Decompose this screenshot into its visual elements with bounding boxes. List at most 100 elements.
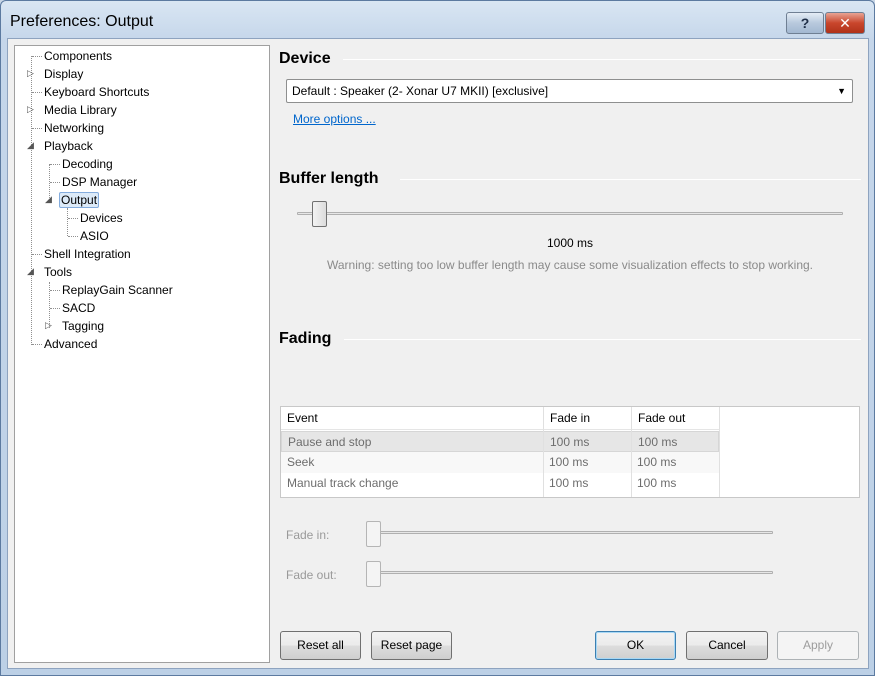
cell-event: Seek — [287, 455, 315, 469]
table-row[interactable]: Manual track change 100 ms 100 ms — [281, 473, 719, 494]
tree-item-keyboard-shortcuts[interactable]: Keyboard Shortcuts — [42, 83, 151, 101]
tree-line — [68, 218, 78, 219]
cell-fade-in: 100 ms — [550, 435, 590, 449]
preferences-window: Preferences: Output ? ✕ ▷ ▷ ◢ ◢ ◢ ▷ Comp… — [0, 0, 875, 676]
tree-line — [32, 254, 42, 255]
tree-item-decoding[interactable]: Decoding — [60, 155, 115, 173]
ok-button[interactable]: OK — [595, 631, 676, 660]
tree-item-label: Devices — [80, 211, 123, 225]
apply-button[interactable]: Apply — [777, 631, 859, 660]
tree-line — [67, 208, 68, 236]
tree-line — [50, 308, 60, 309]
section-divider — [400, 179, 861, 180]
tree-item-dsp-manager[interactable]: DSP Manager — [60, 173, 139, 191]
tree-item-label: Media Library — [44, 103, 117, 117]
column-separator — [543, 430, 544, 497]
cell-event: Manual track change — [287, 476, 399, 490]
tree-item-label: Components — [44, 49, 113, 63]
tree-item-label: Display — [44, 67, 84, 81]
table-row[interactable]: Pause and stop 100 ms 100 ms — [281, 431, 719, 452]
buffer-slider-thumb[interactable] — [312, 201, 327, 227]
cell-fade-out: 100 ms — [638, 435, 678, 449]
tree-item-output[interactable]: Output — [59, 191, 100, 209]
tree-item-display[interactable]: Display — [42, 65, 85, 83]
cell-event: Pause and stop — [288, 435, 372, 449]
tree-item-label: Shell Integration — [44, 247, 131, 261]
tree-item-components[interactable]: Components — [42, 47, 114, 65]
section-divider — [343, 59, 861, 60]
tree-item-asio[interactable]: ASIO — [78, 227, 111, 245]
tree-item-label: Decoding — [62, 157, 113, 171]
column-separator — [719, 430, 720, 497]
tree-line — [31, 56, 32, 345]
tree-item-label: ASIO — [80, 229, 109, 243]
tree-line — [50, 182, 60, 183]
device-select[interactable]: Default : Speaker (2- Xonar U7 MKII) [ex… — [286, 79, 853, 103]
tree-item-label: SACD — [62, 301, 96, 315]
buffer-value: 1000 ms — [546, 236, 594, 250]
fade-in-label: Fade in: — [286, 528, 330, 542]
tree-line — [50, 290, 60, 291]
fading-table[interactable]: Event Fade in Fade out Pause and stop 10… — [280, 406, 860, 498]
fade-in-slider-track[interactable] — [373, 531, 773, 534]
expand-expanded-icon[interactable]: ◢ — [27, 140, 34, 151]
tree-line — [32, 344, 42, 345]
cancel-button[interactable]: Cancel — [686, 631, 768, 660]
expand-expanded-icon[interactable]: ◢ — [27, 266, 34, 277]
tree-line — [32, 56, 42, 57]
tree-item-label: Tools — [44, 265, 73, 279]
cell-fade-out: 100 ms — [637, 476, 677, 490]
buffer-length-heading: Buffer length — [279, 170, 379, 187]
tree-line — [32, 92, 42, 93]
expand-collapsed-icon[interactable]: ▷ — [45, 320, 52, 331]
buffer-slider-track[interactable] — [297, 212, 843, 215]
fading-heading: Fading — [279, 330, 332, 347]
tree-item-label: DSP Manager — [62, 175, 138, 189]
dialog-client: ▷ ▷ ◢ ◢ ◢ ▷ Components Display Keyboard … — [7, 38, 869, 669]
tree-item-advanced[interactable]: Advanced — [42, 335, 99, 353]
help-button[interactable]: ? — [786, 12, 824, 34]
device-select-value: Default : Speaker (2- Xonar U7 MKII) [ex… — [292, 84, 549, 98]
tree-item-label: ReplayGain Scanner — [62, 283, 173, 297]
reset-all-button[interactable]: Reset all — [280, 631, 361, 660]
tree-item-label: Playback — [44, 139, 93, 153]
tree-item-label: Networking — [44, 121, 105, 135]
column-header-fade-out[interactable]: Fade out — [632, 407, 720, 430]
expand-collapsed-icon[interactable]: ▷ — [27, 104, 34, 115]
buffer-warning: Warning: setting too low buffer length m… — [326, 258, 814, 272]
column-separator — [631, 430, 632, 497]
expand-collapsed-icon[interactable]: ▷ — [27, 68, 34, 79]
cell-fade-out: 100 ms — [637, 455, 677, 469]
tree-item-playback[interactable]: Playback — [42, 137, 95, 155]
tree-line — [68, 236, 78, 237]
fade-out-label: Fade out: — [286, 568, 337, 582]
tree-line — [50, 164, 60, 165]
preferences-tree[interactable]: ▷ ▷ ◢ ◢ ◢ ▷ Components Display Keyboard … — [14, 45, 270, 663]
tree-item-media-library[interactable]: Media Library — [42, 101, 119, 119]
cell-fade-in: 100 ms — [549, 476, 589, 490]
column-header-event[interactable]: Event — [281, 407, 544, 430]
fade-out-slider-track[interactable] — [373, 571, 773, 574]
tree-line — [32, 128, 42, 129]
tree-item-label: Output — [59, 192, 100, 208]
reset-page-button[interactable]: Reset page — [371, 631, 452, 660]
fade-out-slider-thumb[interactable] — [366, 561, 381, 587]
tree-item-devices[interactable]: Devices — [78, 209, 125, 227]
fade-in-slider-thumb[interactable] — [366, 521, 381, 547]
tree-item-replaygain-scanner[interactable]: ReplayGain Scanner — [60, 281, 175, 299]
tree-item-tools[interactable]: Tools — [42, 263, 74, 281]
tree-item-tagging[interactable]: Tagging — [60, 317, 106, 335]
device-heading: Device — [279, 50, 331, 67]
window-title: Preferences: Output — [10, 13, 154, 30]
chevron-down-icon: ▼ — [837, 86, 846, 96]
section-divider — [344, 339, 861, 340]
cell-fade-in: 100 ms — [549, 455, 589, 469]
more-options-link[interactable]: More options ... — [293, 112, 376, 126]
column-header-fade-in[interactable]: Fade in — [544, 407, 632, 430]
expand-expanded-icon[interactable]: ◢ — [45, 194, 52, 205]
tree-item-sacd[interactable]: SACD — [60, 299, 97, 317]
close-button[interactable]: ✕ — [825, 12, 865, 34]
tree-item-networking[interactable]: Networking — [42, 119, 106, 137]
tree-item-shell-integration[interactable]: Shell Integration — [42, 245, 133, 263]
table-row[interactable]: Seek 100 ms 100 ms — [281, 452, 719, 473]
